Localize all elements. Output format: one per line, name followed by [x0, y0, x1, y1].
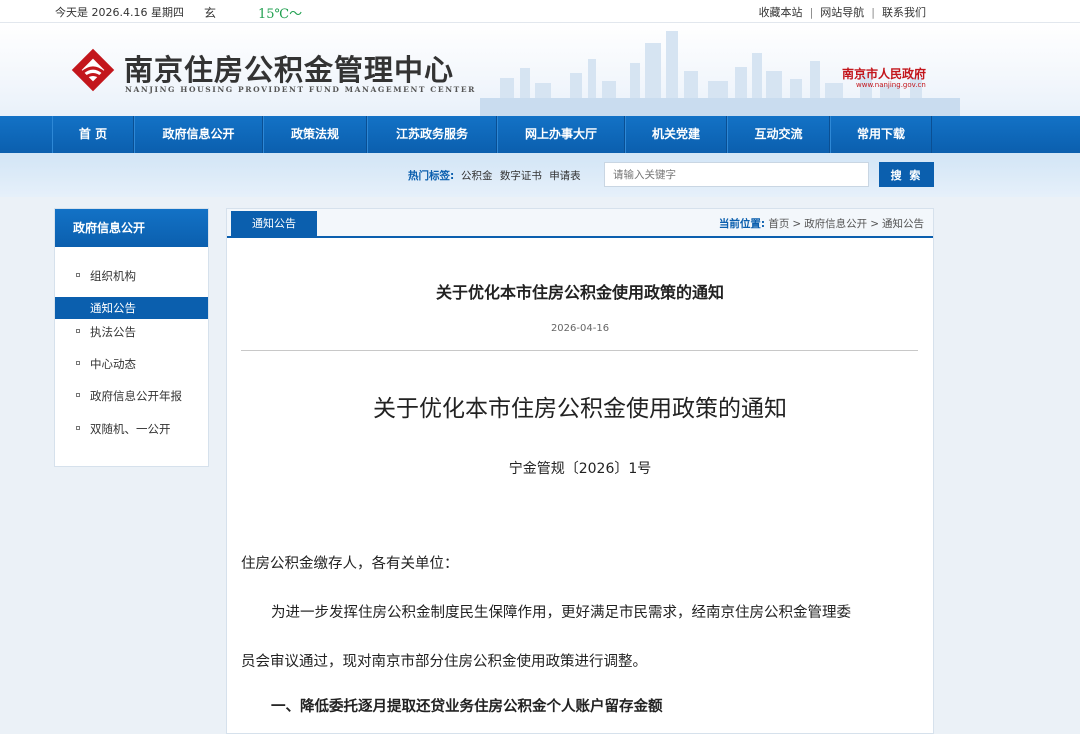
sidebar-item-label: 双随机、一公开: [90, 422, 171, 436]
article-panel: 通知公告 当前位置: 首页 > 政府信息公开 > 通知公告 关于优化本市住房公积金使用政…: [226, 208, 934, 734]
breadcrumb-gov-info[interactable]: 政府信息公开: [804, 218, 867, 230]
current-date: 今天是 2026.4.16 星期四: [55, 6, 184, 19]
sidebar-item-label: 组织机构: [90, 269, 136, 283]
nav-gov-info[interactable]: 政府信息公开: [134, 116, 263, 153]
nav-interaction[interactable]: 互动交流: [727, 116, 830, 153]
nav-home[interactable]: 首 页: [52, 116, 134, 153]
sidebar-item-random-inspection[interactable]: 双随机、一公开: [55, 418, 208, 440]
weather-temperature: 15℃～: [258, 7, 303, 22]
square-bullet-icon: [76, 273, 80, 277]
hot-tags-label: 热门标签:: [408, 170, 455, 182]
square-bullet-icon: [76, 361, 80, 365]
hot-tag-cert[interactable]: 数字证书: [500, 170, 542, 182]
site-nav-link[interactable]: 网站导航: [820, 6, 864, 19]
sidebar-item-enforcement[interactable]: 执法公告: [55, 321, 208, 343]
square-bullet-icon: [76, 393, 80, 397]
top-links: 收藏本站 | 网站导航 | 联系我们: [758, 6, 926, 19]
nav-policies[interactable]: 政策法规: [263, 116, 367, 153]
search-button[interactable]: 搜 索: [879, 162, 934, 187]
bookmark-link[interactable]: 收藏本站: [759, 6, 803, 19]
center-logo-icon: [71, 48, 115, 92]
hot-tag-gjj[interactable]: 公积金: [461, 170, 493, 182]
site-subtitle: NANJING HOUSING PROVIDENT FUND MANAGEMEN…: [125, 85, 476, 94]
nav-party-building[interactable]: 机关党建: [625, 116, 727, 153]
breadcrumb-label: 当前位置:: [718, 218, 766, 230]
sidebar-item-label: 通知公告: [90, 301, 136, 315]
sidebar: 政府信息公开 组织机构 通知公告 执法公告 中心动态 政府信息公开年报 双随机、…: [54, 208, 209, 467]
sidebar-title: 政府信息公开: [55, 209, 208, 247]
tab-notices[interactable]: 通知公告: [231, 211, 317, 236]
nav-downloads[interactable]: 常用下载: [830, 116, 932, 153]
divider: [241, 350, 918, 351]
nav-jiangsu-services[interactable]: 江苏政务服务: [367, 116, 497, 153]
paragraph-line: 员会审议通过，现对南京市部分住房公积金使用政策进行调整。: [241, 654, 647, 670]
hot-tags: 公积金 数字证书 申请表: [461, 168, 585, 183]
site-title: 南京住房公积金管理中心: [124, 53, 455, 87]
breadcrumb-home[interactable]: 首页: [768, 218, 789, 230]
content-tab-bar: 通知公告 当前位置: 首页 > 政府信息公开 > 通知公告: [227, 209, 933, 238]
gov-url: www.nanjing.gov.cn: [856, 81, 926, 89]
breadcrumb-notices[interactable]: 通知公告: [882, 218, 924, 230]
sidebar-item-label: 中心动态: [90, 357, 136, 371]
main-nav: 首 页 政府信息公开 政策法规 江苏政务服务 网上办事大厅 机关党建 互动交流 …: [0, 116, 1080, 153]
contact-link[interactable]: 联系我们: [882, 6, 926, 19]
sidebar-item-label: 执法公告: [90, 325, 136, 339]
nav-online-hall[interactable]: 网上办事大厅: [497, 116, 625, 153]
top-bar: 今天是 2026.4.16 星期四 玄 15℃～ 收藏本站 | 网站导航 | 联系我们: [0, 0, 1080, 23]
salutation: 住房公积金缴存人，各有关单位：: [241, 556, 459, 572]
article-title: 关于优化本市住房公积金使用政策的通知: [435, 283, 724, 302]
sidebar-item-label: 政府信息公开年报: [90, 389, 182, 403]
square-bullet-icon: [76, 426, 80, 430]
site-header: 南京住房公积金管理中心 NANJING HOUSING PROVIDENT FU…: [0, 23, 1080, 116]
weather-city: 玄: [204, 6, 217, 20]
sidebar-item-notices[interactable]: 通知公告: [55, 297, 208, 319]
sidebar-item-org[interactable]: 组织机构: [55, 265, 208, 287]
search-input[interactable]: [604, 162, 869, 187]
breadcrumb: 当前位置: 首页 > 政府信息公开 > 通知公告: [718, 218, 924, 230]
sidebar-item-news[interactable]: 中心动态: [55, 353, 208, 375]
article-date: 2026-04-16: [550, 323, 610, 334]
paragraph-line: 为进一步发挥住房公积金制度民生保障作用，更好满足市民需求，经南京住房公积金管理委: [271, 605, 851, 621]
hot-tag-form[interactable]: 申请表: [549, 170, 581, 182]
gov-link[interactable]: 南京市人民政府: [842, 65, 926, 82]
document-title: 关于优化本市住房公积金使用政策的通知: [373, 396, 787, 422]
document-number: 宁金管规〔2026〕1号: [508, 461, 652, 477]
square-bullet-icon: [76, 329, 80, 333]
section-heading: 一、降低委托逐月提取还贷业务住房公积金个人账户留存金额: [271, 699, 663, 715]
sidebar-item-annual-report[interactable]: 政府信息公开年报: [55, 385, 208, 407]
